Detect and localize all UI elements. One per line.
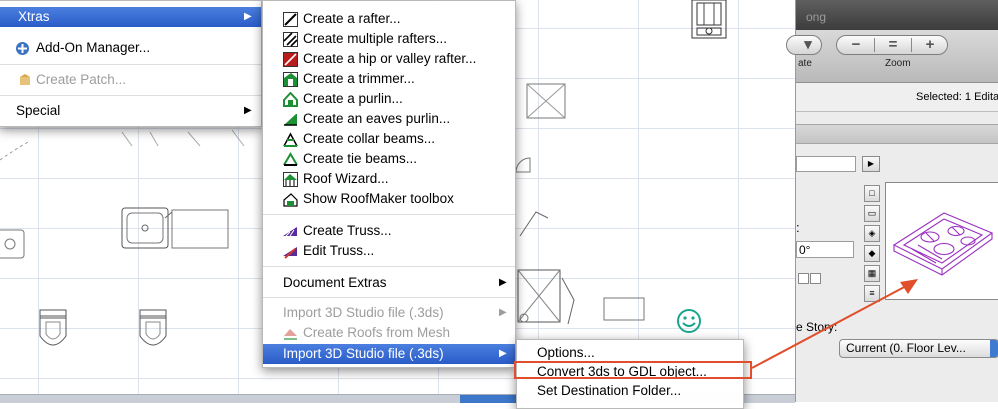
roofs-from-mesh-icon — [283, 326, 298, 341]
parameter-field[interactable] — [796, 156, 856, 172]
menu-item-options[interactable]: Options... — [517, 343, 743, 363]
zoom-fit-button[interactable]: = — [876, 36, 910, 54]
edit-truss-icon — [283, 244, 298, 259]
xtras-submenu: Create a rafter... Create multiple rafte… — [262, 0, 516, 368]
menu-item-create-hip-valley-rafter[interactable]: Create a hip or valley rafter... — [263, 49, 515, 69]
play-arrow-button[interactable]: ▶ — [862, 156, 880, 172]
roof-wizard-icon — [283, 172, 298, 187]
view-symbol-icon[interactable]: ▭ — [864, 205, 880, 222]
menu-item-create-purlin[interactable]: Create a purlin... — [263, 89, 515, 109]
panel-title: ong — [806, 10, 827, 24]
panel-section-strip — [796, 124, 998, 144]
menu-item-create-trimmer[interactable]: Create a trimmer... — [263, 69, 515, 89]
panel-toolbar: ▾ − = + ate Zoom — [786, 30, 998, 83]
eaves-purlin-icon — [283, 112, 298, 127]
menu-item-create-rafter[interactable]: Create a rafter... — [263, 9, 515, 29]
rafter-icon — [283, 12, 298, 27]
collar-beams-icon — [283, 132, 298, 147]
patch-icon — [18, 73, 33, 88]
submenu-arrow-icon: ▶ — [499, 307, 507, 318]
zoom-in-button[interactable]: + — [913, 36, 947, 54]
roofmaker-toolbox-icon — [283, 192, 298, 207]
menu-item-edit-truss[interactable]: Edit Truss... — [263, 241, 515, 261]
selection-info-bar: Selected: 1 Edita — [796, 83, 998, 112]
tie-beams-icon — [283, 152, 298, 167]
menu-item-xtras[interactable]: Xtras ▶ — [0, 7, 261, 27]
smiley-icon — [676, 308, 702, 334]
menu-item-set-destination-folder[interactable]: Set Destination Folder... — [517, 381, 743, 401]
story-select-value: Current (0. Floor Lev... — [846, 341, 966, 355]
truss-icon — [283, 224, 298, 239]
view-2d-icon[interactable]: □ — [864, 185, 880, 202]
menu-item-import-3ds[interactable]: Import 3D Studio file (.3ds) ▶ — [263, 344, 515, 364]
zoom-label: Zoom — [885, 58, 911, 69]
menu-item-create-collar-beams[interactable]: Create collar beams... — [263, 129, 515, 149]
menu-item-create-tie-beams[interactable]: Create tie beams... — [263, 149, 515, 169]
mirror-checkbox[interactable] — [798, 273, 809, 284]
hip-valley-rafter-icon — [283, 52, 298, 67]
menu-item-create-multiple-rafters[interactable]: Create multiple rafters... — [263, 29, 515, 49]
zoom-out-button[interactable]: − — [839, 36, 873, 54]
submenu-arrow-icon: ▶ — [499, 348, 507, 359]
rotate-checkbox[interactable] — [810, 273, 821, 284]
info-panel: ong ▾ − = + ate Zoom Selected: 1 Edita ▶… — [786, 0, 998, 402]
trimmer-icon — [283, 72, 298, 87]
selected-count: Selected: 1 Edita — [916, 91, 998, 103]
menu-item-create-eaves-purlin[interactable]: Create an eaves purlin... — [263, 109, 515, 129]
callout-highlight-box — [514, 361, 752, 379]
menu-item-document-extras[interactable]: Document Extras ▶ — [263, 273, 515, 293]
view-solid-icon[interactable]: ◆ — [864, 245, 880, 262]
rotate-glyph: : — [796, 220, 800, 235]
cooktop-3d-preview — [892, 212, 994, 276]
menu-item-roof-wizard[interactable]: Roof Wizard... — [263, 169, 515, 189]
object-preview — [885, 182, 998, 300]
purlin-icon — [283, 91, 298, 107]
menu-item-import-3ds-disabled[interactable]: Import 3D Studio file (.3ds) ▶ — [263, 303, 515, 323]
panel-titlebar: ong — [796, 0, 998, 30]
angle-field[interactable]: 0° — [796, 241, 854, 258]
menu-item-create-patch[interactable]: Create Patch... — [0, 70, 261, 90]
submenu-arrow-icon: ▶ — [244, 105, 252, 116]
add-on-manager-icon — [15, 41, 30, 56]
menu-item-add-on-manager[interactable]: Add-On Manager... — [0, 38, 261, 58]
view-section-icon[interactable]: ▦ — [864, 265, 880, 282]
view-list-icon[interactable]: ≡ — [864, 285, 880, 302]
menu-item-create-truss[interactable]: Create Truss... — [263, 221, 515, 241]
view-3d-icon[interactable]: ◈ — [864, 225, 880, 242]
multiple-rafters-icon — [283, 32, 298, 47]
menu-item-show-roofmaker-toolbox[interactable]: Show RoofMaker toolbox — [263, 189, 515, 209]
navigate-label: ate — [798, 58, 812, 69]
menu-item-special[interactable]: Special ▶ — [0, 101, 261, 121]
main-dropdown-menu: Xtras ▶ Add-On Manager... Create Patch..… — [0, 0, 262, 127]
submenu-arrow-icon: ▶ — [499, 277, 507, 288]
zoom-control: − = + — [836, 35, 948, 55]
story-label: e Story: — [796, 320, 838, 334]
submenu-arrow-icon: ▶ — [244, 11, 252, 22]
menu-item-create-roofs-from-mesh[interactable]: Create Roofs from Mesh — [263, 323, 515, 343]
navigate-control[interactable]: ▾ — [786, 35, 822, 55]
story-select[interactable]: Current (0. Floor Lev... — [839, 339, 998, 358]
